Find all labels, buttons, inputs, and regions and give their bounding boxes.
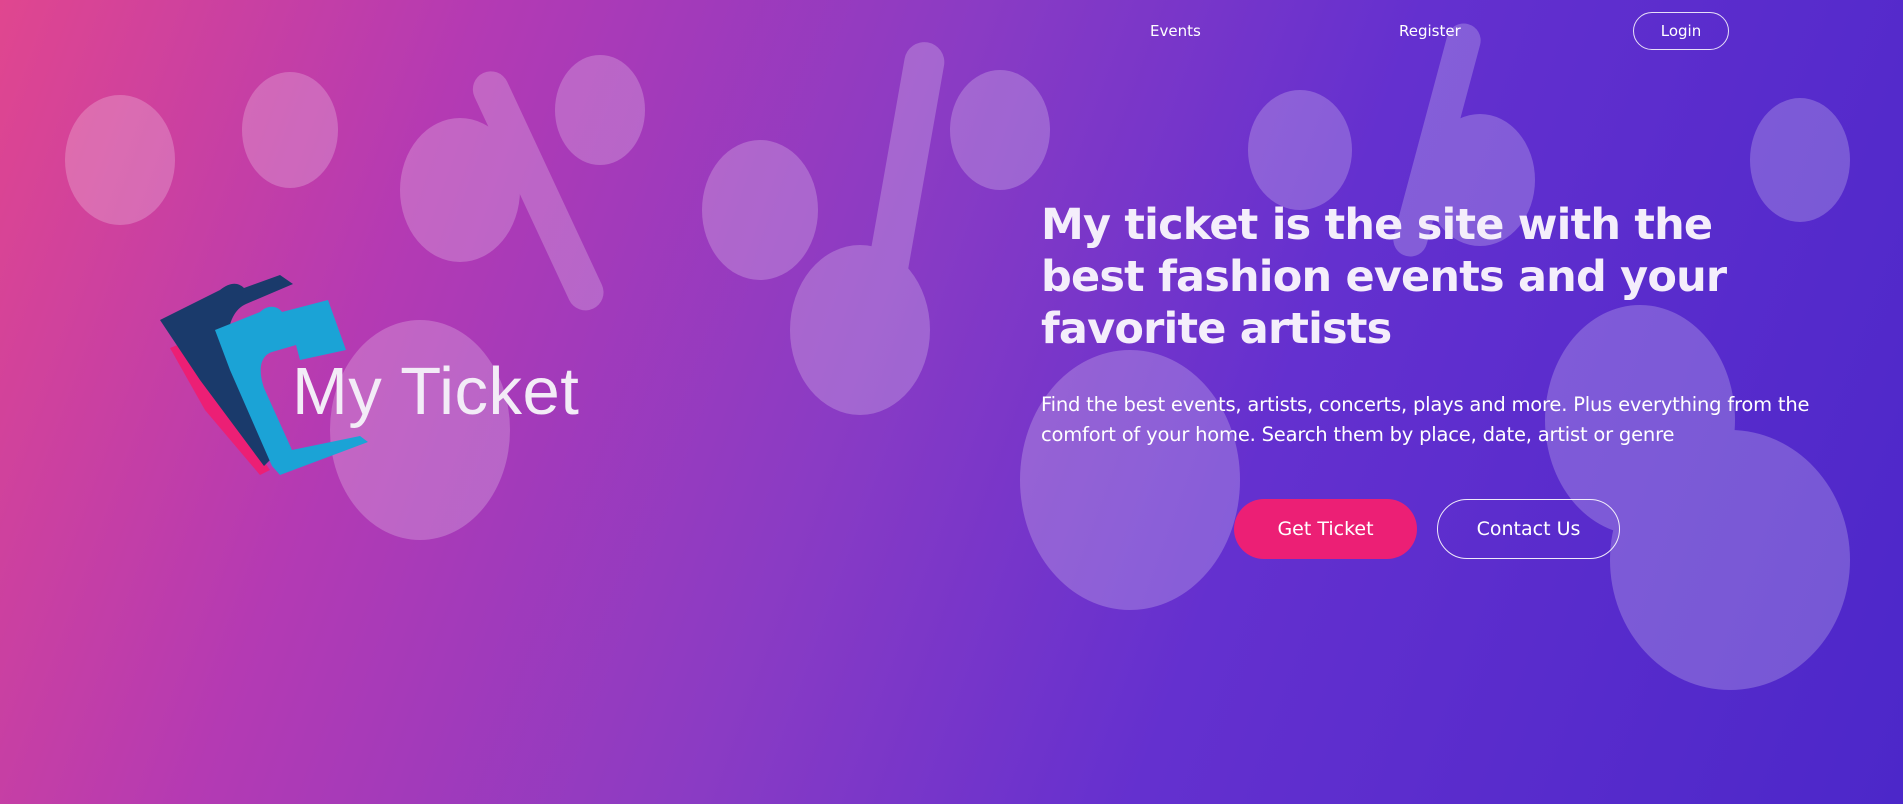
contact-us-button[interactable]: Contact Us [1437, 499, 1620, 559]
login-button[interactable]: Login [1633, 12, 1729, 50]
hero-section: Events Register Login My Ticket My ticke… [0, 0, 1903, 804]
nav-link-register[interactable]: Register [1399, 22, 1461, 40]
hero-headline: My ticket is the site with the best fash… [1041, 200, 1727, 354]
brand-name: My Ticket [292, 354, 580, 429]
hero-subtext: Find the best events, artists, concerts,… [1041, 393, 1810, 446]
nav-link-events[interactable]: Events [1150, 22, 1201, 40]
top-navigation: Events Register Login [0, 0, 1903, 64]
get-ticket-button[interactable]: Get Ticket [1234, 499, 1417, 559]
